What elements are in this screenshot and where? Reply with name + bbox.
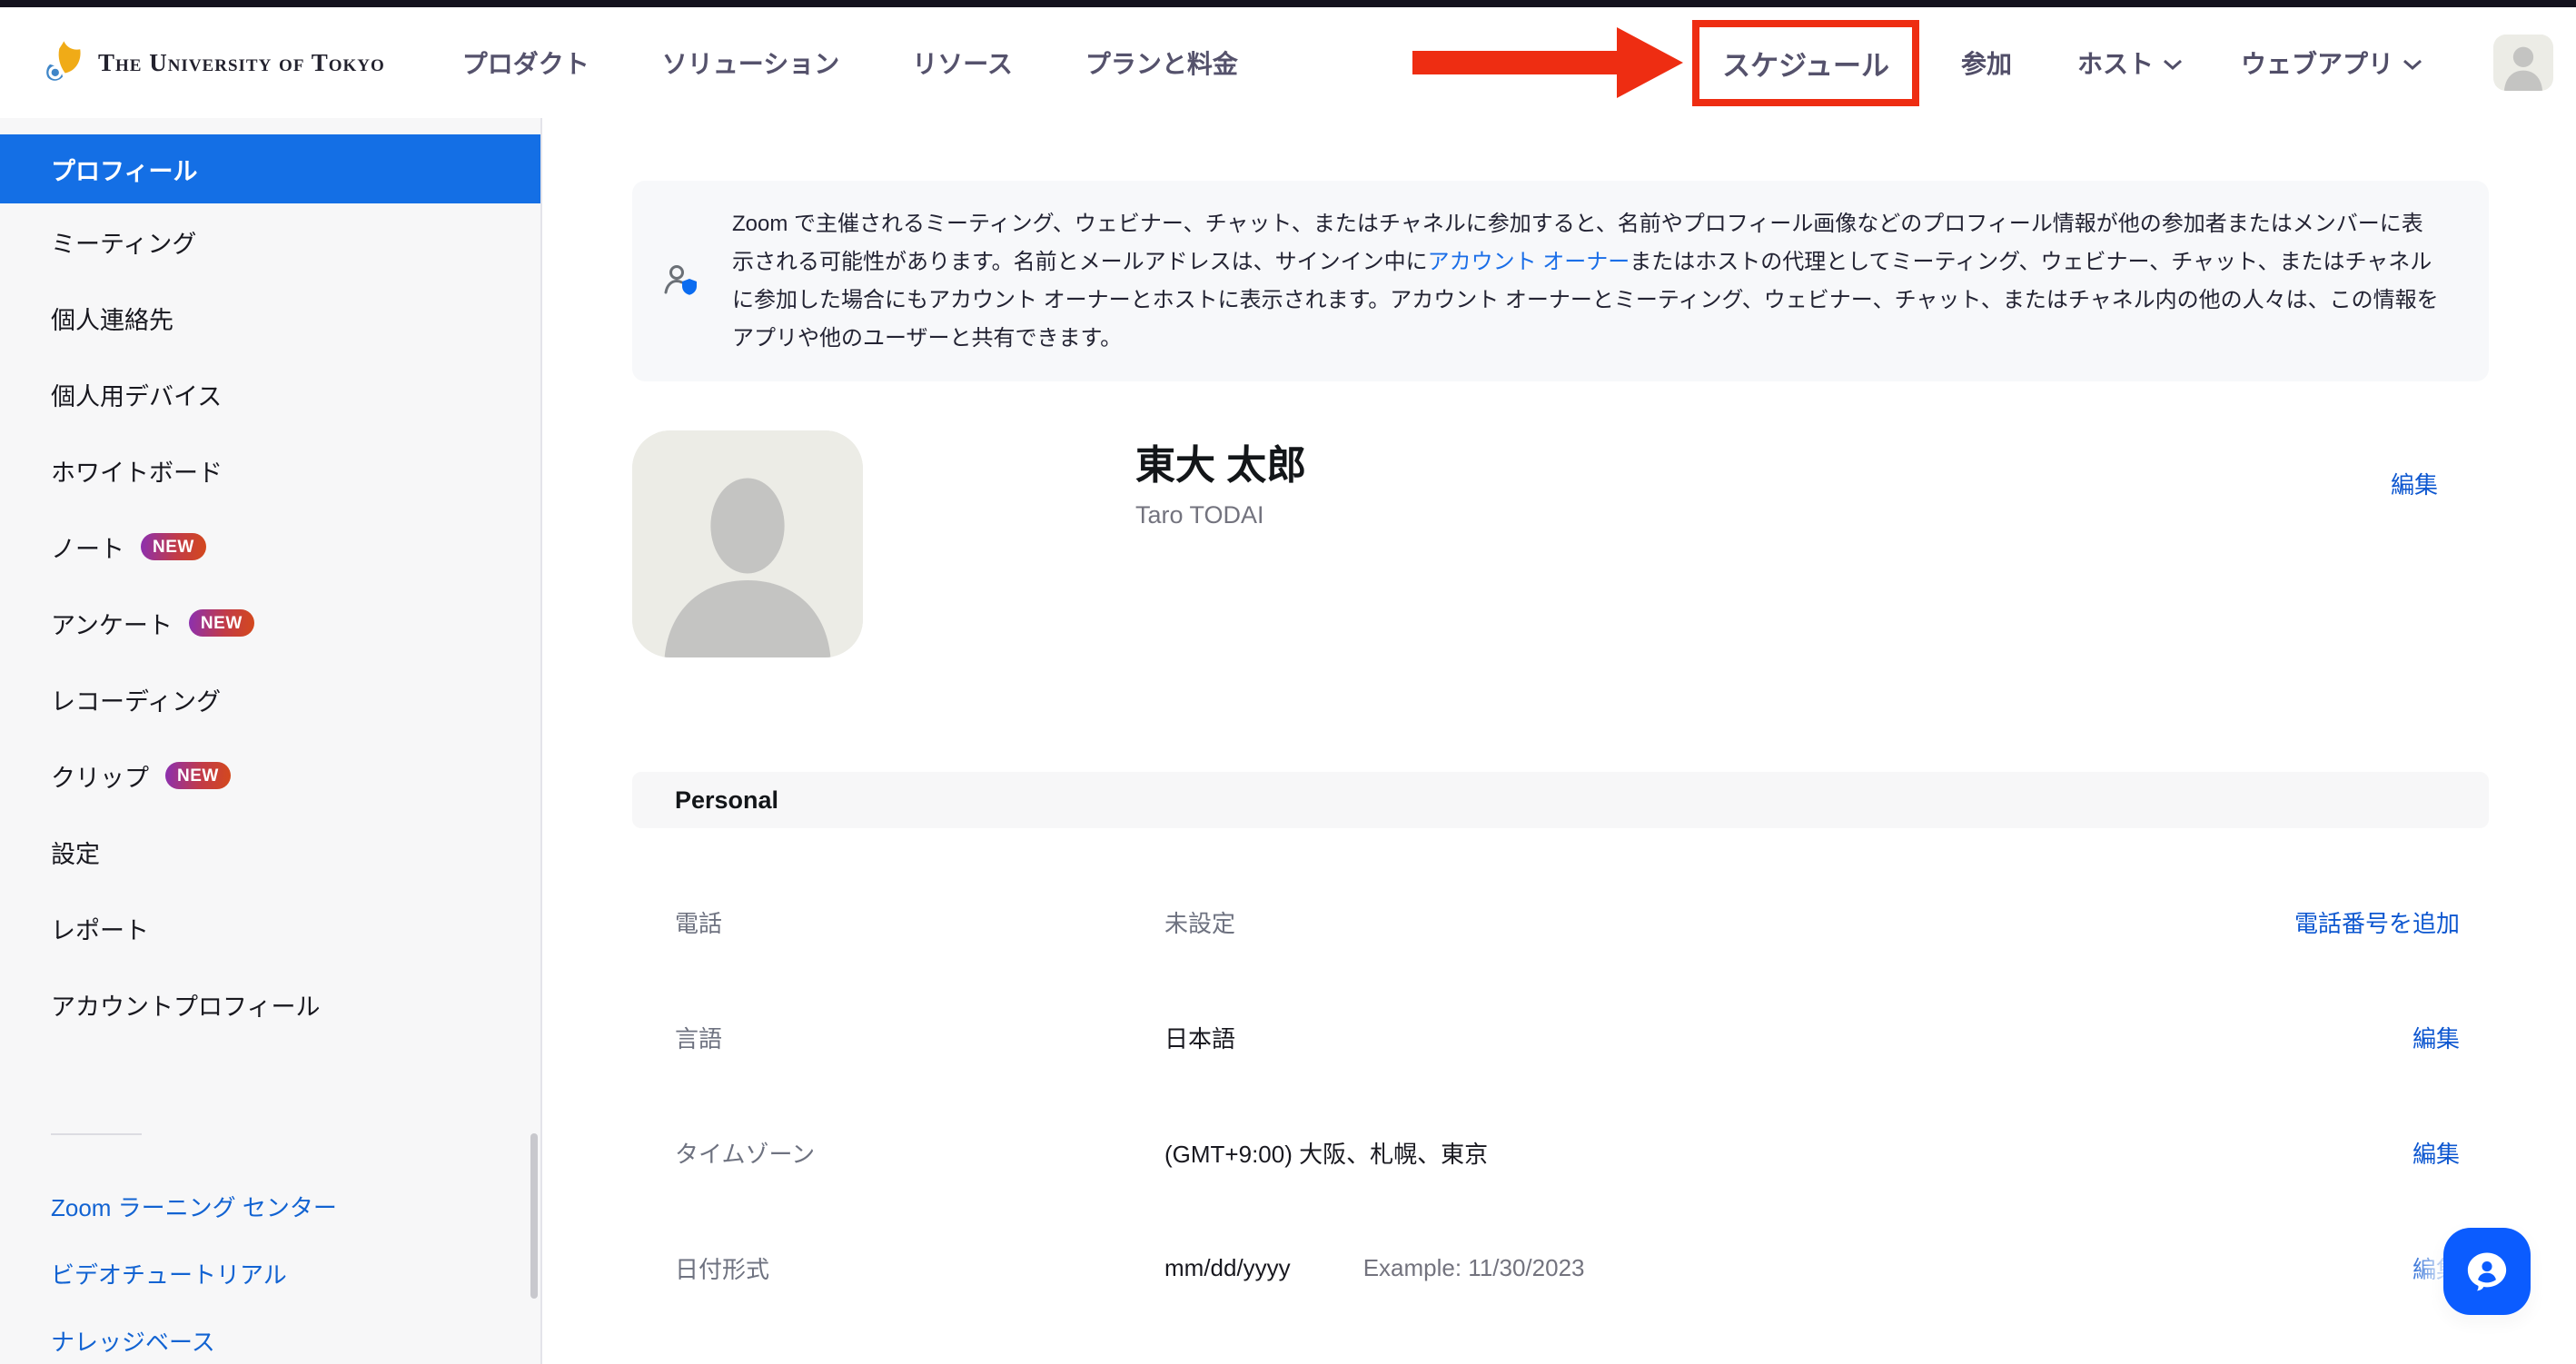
sidebar-item-settings[interactable]: 設定 <box>0 814 540 890</box>
logo-text: The University of Tokyo <box>98 49 385 77</box>
sidebar-item-whiteboard[interactable]: ホワイトボード <box>0 432 540 509</box>
add-phone-button[interactable]: 電話番号を追加 <box>2294 905 2460 939</box>
help-chat-icon <box>2461 1245 2513 1298</box>
row-label: 電話 <box>675 905 1164 939</box>
table-row-phone: 電話 未設定 電話番号を追加 <box>632 865 2489 980</box>
nav-item-host[interactable]: ホスト <box>2077 44 2183 81</box>
nav-item-schedule[interactable]: スケジュール <box>1722 50 1889 82</box>
new-badge: NEW <box>141 533 206 560</box>
nav-right: スケジュール 参加 ホスト ウェブアプリ <box>1412 20 2553 106</box>
header: The University of Tokyo プロダクト ソリューション リソ… <box>0 7 2576 118</box>
personal-section-header: Personal <box>632 772 2489 828</box>
utokyo-ginkgo-icon <box>44 40 85 85</box>
chevron-down-icon <box>2163 58 2183 71</box>
sidebar-item-label: プロフィール <box>51 152 197 187</box>
nav-item-host-label: ホスト <box>2077 44 2154 81</box>
main-content: Zoom で主催されるミーティング、ウェビナー、チャット、またはチャネルに参加す… <box>542 118 2576 1364</box>
sidebar-item-label: ホワイトボード <box>51 453 223 489</box>
personal-section-title: Personal <box>675 786 778 815</box>
row-value: (GMT+9:00) 大阪、札幌、東京 <box>1164 1136 1488 1170</box>
edit-language-button[interactable]: 編集 <box>2413 1021 2460 1054</box>
row-label: 言語 <box>675 1021 1164 1054</box>
link-video-tutorials[interactable]: ビデオチュートリアル <box>51 1257 540 1293</box>
sidebar-item-label: 設定 <box>51 835 100 870</box>
date-format-example: Example: 11/30/2023 <box>1363 1254 1585 1282</box>
row-value: 日本語 <box>1164 1021 1235 1054</box>
sidebar-item-label: アカウントプロフィール <box>51 987 320 1023</box>
nav-item-webapp[interactable]: ウェブアプリ <box>2241 44 2422 81</box>
annotation-arrow-icon <box>1412 22 1685 104</box>
link-learning-center[interactable]: Zoom ラーニング センター <box>51 1190 540 1226</box>
sidebar-item-profile[interactable]: プロフィール <box>0 134 540 203</box>
top-strip <box>0 0 2576 7</box>
person-silhouette-icon <box>632 430 863 657</box>
sidebar-item-account-profile[interactable]: アカウントプロフィール <box>0 966 540 1043</box>
sidebar-item-label: アンケート <box>51 606 173 641</box>
nav-item-products[interactable]: プロダクト <box>462 44 590 81</box>
row-value: 未設定 <box>1164 905 1235 939</box>
person-privacy-icon <box>632 261 732 302</box>
row-value: mm/dd/yyyy <box>1164 1254 1291 1282</box>
sidebar: プロフィール ミーティング 個人連絡先 個人用デバイス ホワイトボード ノート … <box>0 118 542 1364</box>
privacy-notice-text: Zoom で主催されるミーティング、ウェビナー、チャット、またはチャネルに参加す… <box>732 205 2443 358</box>
new-badge: NEW <box>189 609 254 637</box>
row-label: タイムゾーン <box>675 1136 1164 1170</box>
nav-item-join[interactable]: 参加 <box>1961 44 2012 81</box>
table-row-dateformat: 日付形式 mm/dd/yyyy Example: 11/30/2023 編集 <box>632 1211 2489 1326</box>
sidebar-item-label: ミーティング <box>51 224 196 260</box>
link-knowledge-base[interactable]: ナレッジベース <box>51 1324 540 1360</box>
sidebar-item-surveys[interactable]: アンケート NEW <box>0 585 540 661</box>
account-avatar[interactable] <box>2493 35 2553 91</box>
profile-avatar[interactable] <box>632 430 863 657</box>
annotation-highlight-box: スケジュール <box>1692 20 1919 106</box>
person-silhouette-icon <box>2493 35 2553 91</box>
help-button[interactable] <box>2443 1228 2531 1315</box>
sidebar-item-label: レコーディング <box>51 682 221 717</box>
sidebar-item-clips[interactable]: クリップ NEW <box>0 737 540 814</box>
privacy-notice: Zoom で主催されるミーティング、ウェビナー、チャット、またはチャネルに参加す… <box>632 181 2489 381</box>
sidebar-item-label: 個人用デバイス <box>51 377 222 412</box>
content: プロフィール ミーティング 個人連絡先 個人用デバイス ホワイトボード ノート … <box>0 118 2576 1364</box>
sidebar-item-notes[interactable]: ノート NEW <box>0 509 540 585</box>
sidebar-item-label: ノート <box>51 529 124 565</box>
edit-timezone-button[interactable]: 編集 <box>2413 1136 2460 1170</box>
sidebar-item-meetings[interactable]: ミーティング <box>0 203 540 280</box>
sidebar-scrollbar[interactable] <box>530 1133 538 1299</box>
sidebar-item-contacts[interactable]: 個人連絡先 <box>0 280 540 356</box>
account-owner-link[interactable]: アカウント オーナー <box>1428 250 1630 274</box>
romanized-name: Taro TODAI <box>1135 501 1264 529</box>
personal-rows: 電話 未設定 電話番号を追加 言語 日本語 編集 タイムゾーン (GMT+9:0… <box>632 865 2489 1326</box>
nav-item-webapp-label: ウェブアプリ <box>2241 44 2393 81</box>
nav-item-solutions[interactable]: ソリューション <box>662 44 839 81</box>
sidebar-item-label: レポート <box>51 911 149 946</box>
sidebar-item-label: 個人連絡先 <box>51 301 173 336</box>
sidebar-divider <box>51 1133 142 1135</box>
nav-item-resources[interactable]: リソース <box>912 44 1013 81</box>
edit-profile-button[interactable]: 編集 <box>2391 467 2438 500</box>
chevron-down-icon <box>2403 58 2422 71</box>
table-row-timezone: タイムゾーン (GMT+9:00) 大阪、札幌、東京 編集 <box>632 1095 2489 1211</box>
table-row-language: 言語 日本語 編集 <box>632 980 2489 1095</box>
sidebar-item-reports[interactable]: レポート <box>0 890 540 966</box>
display-name: 東大 太郎 <box>1135 432 1306 490</box>
sidebar-footer: Zoom ラーニング センター ビデオチュートリアル ナレッジベース <box>0 1190 540 1360</box>
new-badge: NEW <box>165 762 231 789</box>
utokyo-logo[interactable]: The University of Tokyo <box>44 40 385 85</box>
nav-left: プロダクト ソリューション リソース プランと料金 <box>462 44 1238 81</box>
sidebar-item-devices[interactable]: 個人用デバイス <box>0 356 540 432</box>
sidebar-item-recordings[interactable]: レコーディング <box>0 661 540 737</box>
sidebar-item-label: クリップ <box>51 758 149 794</box>
nav-item-plans[interactable]: プランと料金 <box>1085 44 1238 81</box>
row-label: 日付形式 <box>675 1251 1164 1285</box>
profile-block: 東大 太郎 Taro TODAI 編集 <box>632 430 2489 657</box>
